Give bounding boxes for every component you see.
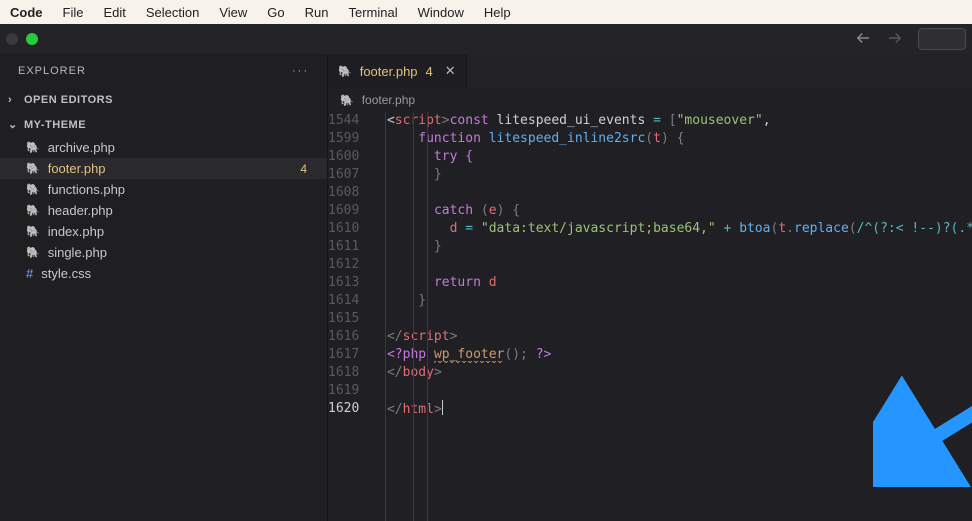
explorer-title: EXPLORER [18,65,86,77]
window-close-icon[interactable] [6,33,18,45]
code-body[interactable]: <script>const litespeed_ui_events = ["mo… [371,112,972,521]
file-label: footer.php [48,161,106,176]
window-zoom-icon[interactable] [26,33,38,45]
menu-help[interactable]: Help [484,5,511,20]
file-label: header.php [48,203,113,218]
text-cursor [442,400,443,415]
file-label: index.php [48,224,104,239]
file-item[interactable]: 🐘 index.php [0,221,327,242]
line-gutter: 1544159916001607160816091610161116121613… [328,112,371,521]
menu-run[interactable]: Run [305,5,329,20]
window-titlebar [0,24,972,54]
editor-tab[interactable]: 🐘 footer.php 4 ✕ [328,54,467,88]
window-traffic-lights[interactable] [6,33,38,45]
menu-file[interactable]: File [63,5,84,20]
chevron-right-icon [8,94,18,106]
nav-forward-button[interactable] [886,29,904,50]
php-file-icon: 🐘 [26,141,40,154]
menu-code[interactable]: Code [10,5,43,20]
menu-window[interactable]: Window [418,5,464,20]
css-file-icon: # [26,266,33,281]
file-item[interactable]: 🐘 functions.php [0,179,327,200]
explorer-sidebar: EXPLORER ··· OPEN EDITORS MY-THEME 🐘 arc… [0,54,328,521]
editor-group: 🐘 footer.php 4 ✕ 🐘 footer.php 1544159916… [328,54,972,521]
file-label: archive.php [48,140,115,155]
php-file-icon: 🐘 [26,246,40,259]
menu-edit[interactable]: Edit [103,5,125,20]
file-item[interactable]: # style.css [0,263,327,284]
explorer-more-icon[interactable]: ··· [292,65,309,77]
tab-bar: 🐘 footer.php 4 ✕ [328,54,972,88]
tab-filename: footer.php [360,64,418,79]
nav-back-button[interactable] [854,29,872,50]
breadcrumb-file: footer.php [362,93,415,107]
file-item[interactable]: 🐘 footer.php 4 [0,158,327,179]
open-editors-section[interactable]: OPEN EDITORS [0,88,327,112]
file-item[interactable]: 🐘 archive.php [0,137,327,158]
macos-menubar: Code File Edit Selection View Go Run Ter… [0,0,972,24]
file-label: style.css [41,266,91,281]
php-file-icon: 🐘 [26,183,40,196]
folder-name: MY-THEME [24,119,86,131]
tab-problems-badge: 4 [426,64,433,79]
open-editors-label: OPEN EDITORS [24,94,113,106]
php-file-icon: 🐘 [26,204,40,217]
folder-section[interactable]: MY-THEME [0,112,327,137]
titlebar-search[interactable] [918,28,966,50]
php-file-icon: 🐘 [338,65,352,78]
code-editor[interactable]: 1544159916001607160816091610161116121613… [328,112,972,521]
menu-view[interactable]: View [219,5,247,20]
chevron-down-icon [8,118,18,131]
php-file-icon: 🐘 [340,94,354,107]
file-label: single.php [48,245,107,260]
menu-selection[interactable]: Selection [146,5,199,20]
tab-close-icon[interactable]: ✕ [441,63,456,79]
file-item[interactable]: 🐘 header.php [0,200,327,221]
menu-go[interactable]: Go [267,5,284,20]
php-file-icon: 🐘 [26,225,40,238]
file-label: functions.php [48,182,125,197]
file-item[interactable]: 🐘 single.php [0,242,327,263]
breadcrumb[interactable]: 🐘 footer.php [328,88,972,112]
php-file-icon: 🐘 [26,162,40,175]
menu-terminal[interactable]: Terminal [349,5,398,20]
file-problems-badge: 4 [300,162,315,176]
file-list: 🐘 archive.php 🐘 footer.php 4 🐘 functions… [0,137,327,284]
